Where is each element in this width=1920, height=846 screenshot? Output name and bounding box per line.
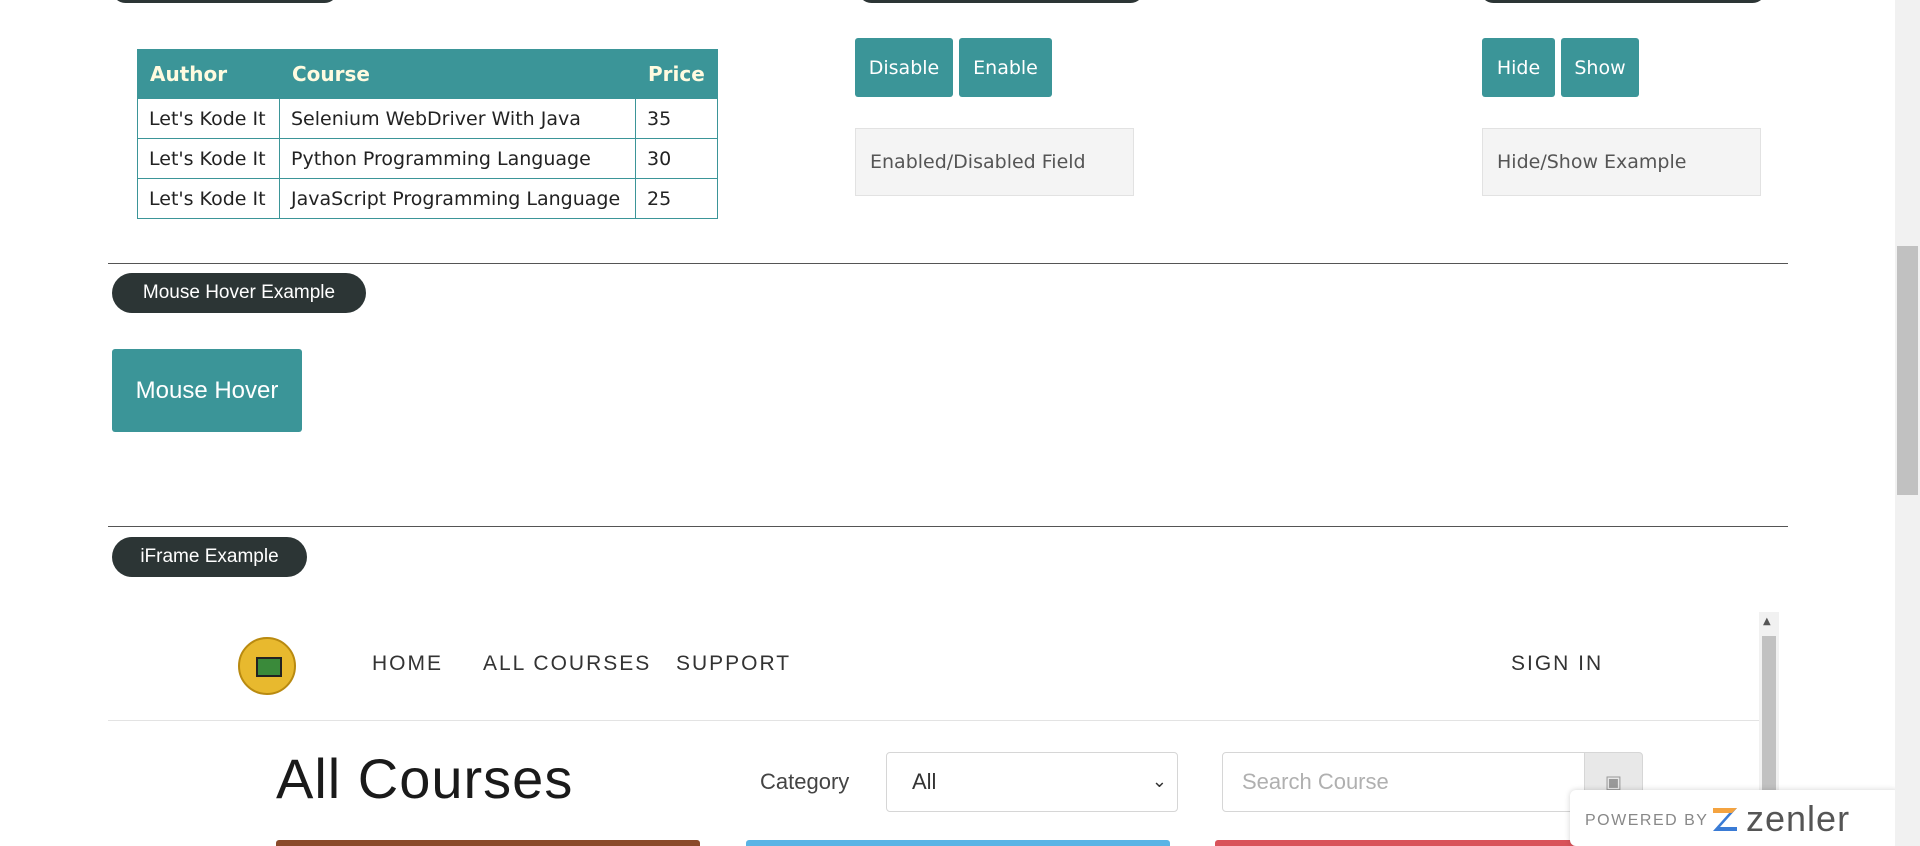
disable-button[interactable]: Disable (855, 38, 953, 97)
course-card[interactable] (746, 840, 1170, 846)
table-header-row: Author Course Price (137, 49, 718, 99)
table-cell-author: Let's Kode It (137, 138, 280, 179)
category-select[interactable]: All ⌄ (886, 752, 1178, 812)
powered-by-badge[interactable]: POWERED BY zenler (1570, 790, 1900, 846)
nav-support-link[interactable]: SUPPORT (676, 652, 791, 676)
show-button[interactable]: Show (1561, 38, 1639, 97)
scroll-up-arrow-icon[interactable]: ▲ (1763, 616, 1771, 627)
enabled-disabled-field[interactable]: Enabled/Disabled Field (855, 128, 1134, 196)
table-row: Let's Kode It JavaScript Programming Lan… (137, 178, 718, 219)
zenler-logo-icon (1713, 808, 1737, 831)
table-cell-course: JavaScript Programming Language (279, 178, 636, 219)
powered-by-text: POWERED BY (1585, 812, 1709, 829)
iframe-header-divider (108, 720, 1763, 721)
enable-button[interactable]: Enable (959, 38, 1052, 97)
nav-sign-in-link[interactable]: SIGN IN (1511, 652, 1603, 676)
courses-table: Author Course Price Let's Kode It Seleni… (137, 49, 718, 219)
nav-home-link[interactable]: HOME (372, 652, 443, 676)
hide-button[interactable]: Hide (1482, 38, 1555, 97)
letskodeit-logo[interactable] (238, 637, 296, 695)
table-header-course: Course (279, 49, 636, 99)
table-cell-price: 35 (635, 98, 718, 139)
category-selected-value: All (912, 769, 937, 794)
section-pill-partial (1480, 0, 1766, 3)
table-cell-price: 25 (635, 178, 718, 219)
page-scrollbar[interactable] (1895, 0, 1920, 846)
iframe-section-title: iFrame Example (112, 537, 307, 577)
table-header-price: Price (635, 49, 718, 99)
table-row: Let's Kode It Selenium WebDriver With Ja… (137, 98, 718, 139)
category-label: Category (760, 769, 850, 794)
mouse-hover-button[interactable]: Mouse Hover (112, 349, 302, 432)
table-header-author: Author (137, 49, 280, 99)
table-cell-author: Let's Kode It (137, 98, 280, 139)
search-course-input[interactable]: Search Course (1222, 752, 1585, 812)
hide-show-field[interactable]: Hide/Show Example (1482, 128, 1761, 196)
courses-iframe[interactable]: HOME ALL COURSES SUPPORT SIGN IN All Cou… (108, 612, 1784, 846)
course-card[interactable] (276, 840, 700, 846)
table-cell-course: Selenium WebDriver With Java (279, 98, 636, 139)
table-row: Let's Kode It Python Programming Languag… (137, 138, 718, 179)
page-scrollbar-thumb[interactable] (1897, 246, 1918, 495)
nav-all-courses-link[interactable]: ALL COURSES (483, 652, 651, 676)
section-pill-partial (858, 0, 1144, 3)
section-divider (108, 263, 1788, 264)
table-cell-author: Let's Kode It (137, 178, 280, 219)
all-courses-title: All Courses (276, 747, 574, 810)
mouse-hover-section-title: Mouse Hover Example (112, 273, 366, 313)
section-divider (108, 526, 1788, 527)
section-pill-partial (112, 0, 338, 3)
table-cell-price: 30 (635, 138, 718, 179)
table-cell-course: Python Programming Language (279, 138, 636, 179)
zenler-wordmark: zenler (1746, 798, 1851, 839)
chevron-down-icon: ⌄ (1151, 771, 1167, 791)
